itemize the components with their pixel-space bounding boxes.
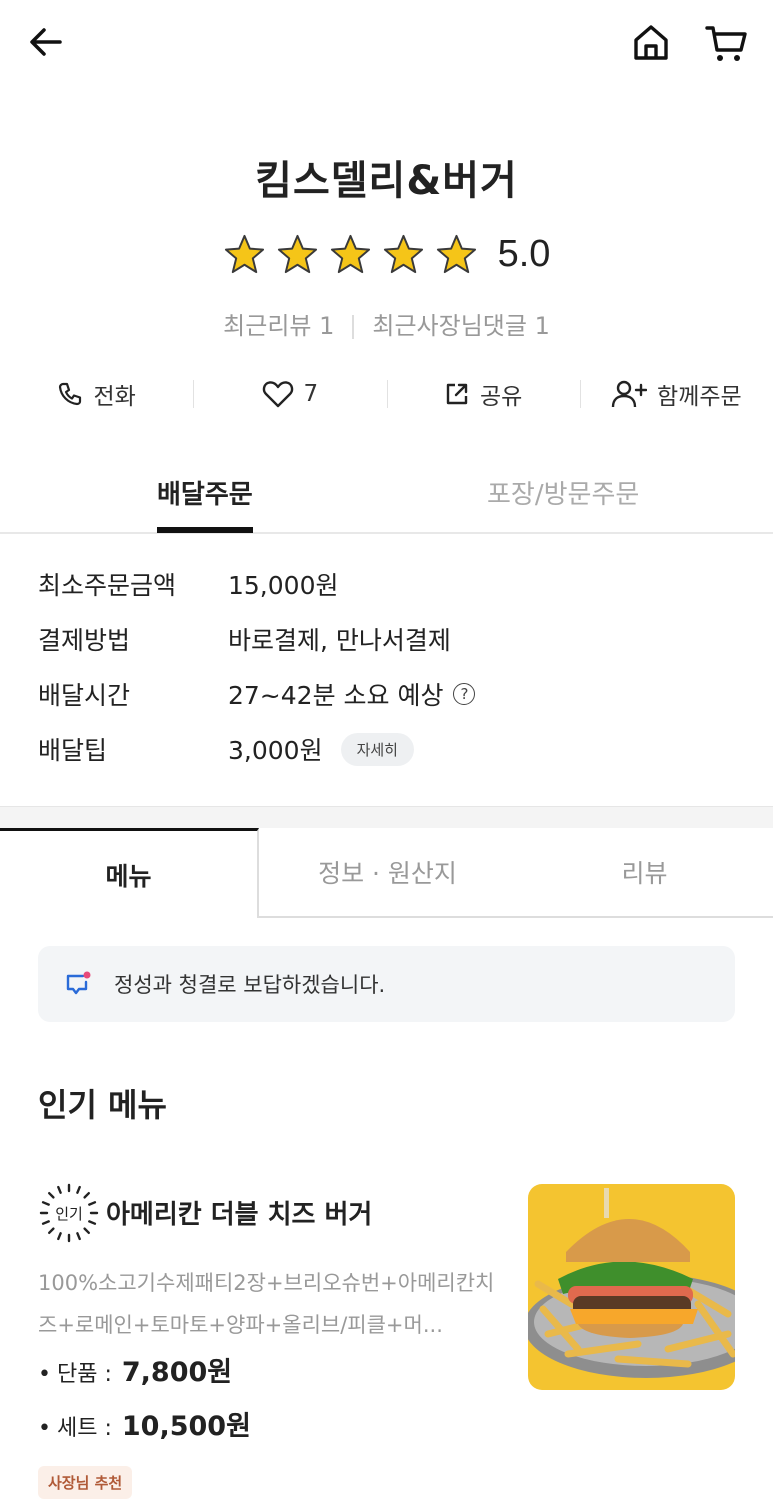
heart-icon bbox=[262, 381, 293, 408]
content-tabs: 메뉴 정보 · 원산지 리뷰 bbox=[0, 828, 773, 918]
recent-owner-replies-link[interactable]: 최근사장님댓글 1 bbox=[372, 312, 549, 340]
arrow-left-icon[interactable] bbox=[26, 22, 66, 62]
call-label: 전화 bbox=[93, 384, 136, 410]
set-price-value: 10,500원 bbox=[121, 1411, 251, 1442]
min-order-row: 최소주문금액 15,000원 bbox=[38, 566, 738, 621]
share-label: 공유 bbox=[479, 384, 523, 410]
single-price-label: 단품 : bbox=[56, 1362, 112, 1387]
tip-detail-button[interactable]: 자세히 bbox=[340, 732, 414, 766]
tab-delivery[interactable]: 배달주문 bbox=[157, 474, 253, 533]
owner-recommend-badge: 사장님 추천 bbox=[38, 1466, 133, 1499]
group-order-button[interactable]: 함께주문 bbox=[579, 368, 773, 420]
rating-value: 5.0 bbox=[497, 232, 551, 275]
review-summary: 최근리뷰 1 최근사장님댓글 1 bbox=[0, 306, 773, 341]
share-icon bbox=[446, 383, 468, 405]
delivery-time-row: 배달시간 27~42분 소요 예상 ? bbox=[38, 676, 738, 731]
rating-row: 5.0 bbox=[0, 228, 773, 280]
store-actions: 전화 7 공유 함께주문 bbox=[0, 368, 773, 420]
share-button[interactable]: 공유 bbox=[386, 368, 580, 420]
delivery-tip-value: 3,000원 bbox=[228, 736, 323, 765]
like-count: 7 bbox=[303, 381, 319, 407]
tab-reviews[interactable]: 리뷰 bbox=[516, 828, 773, 918]
home-icon[interactable] bbox=[630, 22, 672, 64]
single-price-row: • 단품 :7,800원 bbox=[38, 1350, 232, 1389]
payment-row: 결제방법 바로결제, 만나서결제 bbox=[38, 621, 738, 676]
notice-chat-icon bbox=[66, 971, 91, 995]
star-icon bbox=[436, 234, 476, 273]
top-bar bbox=[0, 0, 773, 90]
help-icon[interactable]: ? bbox=[453, 683, 476, 705]
delivery-tip-row: 배달팁 3,000원 자세히 bbox=[38, 731, 738, 786]
notice-text: 정성과 청결로 보답하겠습니다. bbox=[114, 973, 386, 997]
cart-icon[interactable] bbox=[704, 22, 748, 64]
payment-label: 결제방법 bbox=[38, 626, 131, 655]
like-button[interactable]: 7 bbox=[193, 368, 386, 420]
star-icon bbox=[330, 234, 370, 273]
add-user-icon bbox=[611, 380, 648, 408]
store-name: 킴스델리&버거 bbox=[255, 158, 518, 204]
delivery-tip-label: 배달팁 bbox=[38, 736, 108, 765]
phone-icon bbox=[59, 382, 82, 406]
tab-menu[interactable]: 메뉴 bbox=[0, 828, 259, 918]
call-button[interactable]: 전화 bbox=[0, 368, 193, 420]
tab-info-origin[interactable]: 정보 · 원산지 bbox=[259, 828, 516, 918]
divider bbox=[352, 315, 355, 339]
menu-item-name: 아메리칸 더블 치즈 버거 bbox=[106, 1200, 373, 1230]
set-price-row: • 세트 :10,500원 bbox=[38, 1404, 251, 1443]
tab-pickup[interactable]: 포장/방문주문 bbox=[487, 474, 639, 511]
owner-notice[interactable]: 정성과 청결로 보답하겠습니다. bbox=[38, 946, 735, 1022]
star-icon bbox=[277, 234, 317, 273]
menu-item-desc: 100%소고기수제패티2장+브리오슈번+아메리칸치즈+로메인+토마토+양파+올리… bbox=[38, 1271, 495, 1337]
delivery-info: 최소주문금액 15,000원 결제방법 바로결제, 만나서결제 배달시간 27~… bbox=[38, 566, 738, 786]
star-icon bbox=[224, 234, 264, 273]
payment-value: 바로결제, 만나서결제 bbox=[228, 626, 451, 655]
set-price-label: 세트 : bbox=[56, 1416, 112, 1441]
recent-reviews-link[interactable]: 최근리뷰 1 bbox=[223, 312, 334, 340]
popular-badge-icon: 인기 bbox=[39, 1183, 99, 1243]
popular-badge-text: 인기 bbox=[55, 1205, 83, 1223]
popular-menu-title: 인기 메뉴 bbox=[38, 1086, 167, 1124]
star-rating bbox=[223, 233, 478, 276]
delivery-time-value: 27~42분 소요 예상 bbox=[228, 681, 444, 710]
delivery-time-label: 배달시간 bbox=[38, 681, 131, 710]
single-price-value: 7,800원 bbox=[121, 1357, 233, 1388]
star-icon bbox=[383, 234, 423, 273]
order-type-tabs: 배달주문 포장/방문주문 bbox=[0, 460, 773, 534]
menu-item[interactable]: 인기 아메리칸 더블 치즈 버거 100%소고기수제패티2장+브리오슈번+아메리… bbox=[38, 1182, 735, 1502]
burger-photo bbox=[528, 1184, 735, 1390]
group-order-label: 함께주문 bbox=[657, 384, 742, 410]
min-order-label: 최소주문금액 bbox=[38, 571, 177, 600]
min-order-value: 15,000원 bbox=[228, 571, 339, 600]
section-divider bbox=[0, 806, 773, 828]
